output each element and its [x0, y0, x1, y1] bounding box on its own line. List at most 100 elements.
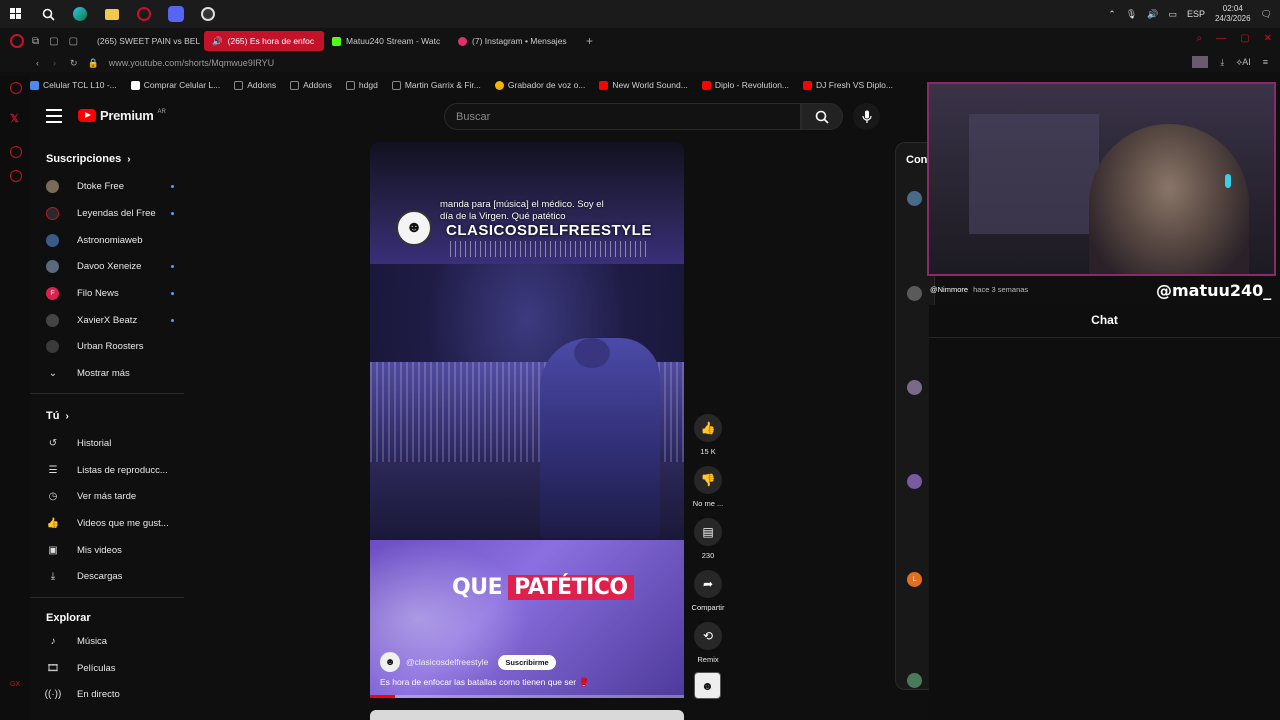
subscription-urban-roosters[interactable]: Urban Roosters — [46, 337, 186, 355]
nav-movies[interactable]: 🎞 Películas — [46, 659, 186, 677]
search-input[interactable] — [456, 110, 800, 123]
comment-avatar[interactable] — [907, 191, 922, 206]
share-label: Compartir — [691, 603, 725, 612]
tab-matuu240-stream[interactable]: Matuu240 Stream - Watc — [324, 31, 450, 51]
search-tabs-icon[interactable]: ⌕ — [1197, 33, 1203, 44]
new-tab-icon[interactable]: + — [586, 34, 593, 48]
subscription-astronomiaweb[interactable]: Astronomiaweb — [46, 231, 186, 249]
comment-avatar[interactable]: L — [907, 572, 922, 587]
bookmark-item[interactable]: DJ Fresh VS Diplo... — [803, 80, 893, 90]
subscription-filo-news[interactable]: F Filo News — [46, 284, 186, 302]
show-more-button[interactable]: ⌄ Mostrar más — [46, 364, 186, 382]
comments-button[interactable]: ▤ — [694, 518, 722, 546]
forward-icon[interactable]: › — [53, 58, 56, 68]
instagram-icon[interactable] — [10, 170, 22, 182]
bookmark-page-icon — [290, 80, 300, 90]
remix-button[interactable]: ⟲ — [694, 622, 722, 650]
edge-browser-icon[interactable] — [64, 0, 96, 28]
gx-control-icon[interactable]: GX — [10, 681, 20, 688]
short-description[interactable]: Es hora de enfocar las batallas como tie… — [380, 677, 589, 688]
next-short-preview[interactable] — [370, 710, 684, 720]
nav-downloads[interactable]: ⤓ Descargas — [46, 567, 186, 585]
my-videos-icon: ▣ — [48, 544, 58, 556]
channel-handle[interactable]: @clasicosdelfreestyle — [406, 657, 488, 667]
chevron-up-icon[interactable]: ⌃ — [1108, 9, 1116, 20]
comment-avatar[interactable] — [907, 673, 922, 688]
share-button[interactable]: ➦ — [694, 570, 722, 598]
nav-music[interactable]: ♪ Música — [46, 632, 186, 650]
hamburger-menu-icon[interactable] — [46, 109, 62, 123]
bookmark-item[interactable]: Celular TCL L10 -... — [30, 80, 117, 90]
extension-icon[interactable] — [1192, 56, 1209, 68]
youtube-premium-logo[interactable]: Premium AR — [78, 108, 166, 123]
minimize-icon[interactable]: — — [1216, 33, 1226, 44]
subscribe-button[interactable]: Suscribirme — [498, 654, 556, 670]
bookmark-item[interactable]: Comprar Celular L... — [130, 80, 220, 90]
nav-watch-later[interactable]: ◷ Ver más tarde — [46, 487, 186, 505]
nav-history[interactable]: ↺ Historial — [46, 434, 186, 452]
subscription-dtoke-free[interactable]: Dtoke Free — [46, 177, 186, 195]
download-icon[interactable]: ⤓ — [1220, 57, 1224, 68]
bookmark-item[interactable]: New World Sound... — [599, 80, 688, 90]
short-video-player[interactable]: ☻ manda para [música] el médico. Soy el … — [370, 142, 684, 698]
search-button[interactable] — [801, 103, 843, 130]
comment-avatar[interactable] — [907, 474, 922, 489]
bookmark-item[interactable]: Grabador de voz o... — [494, 80, 585, 90]
like-icon: 👍 — [46, 517, 60, 529]
video-progress-bar[interactable] — [370, 695, 684, 698]
back-icon[interactable]: ‹ — [36, 58, 39, 68]
like-button[interactable]: 👍 — [694, 414, 722, 442]
pinned-tab-icon[interactable]: ▢ — [49, 36, 58, 47]
webcam-headphone-light — [1225, 174, 1231, 188]
discord-icon[interactable] — [160, 0, 192, 28]
tab-sweet-pain[interactable]: (265) SWEET PAIN vs BEL — [84, 31, 204, 51]
pinned-tab-icon[interactable]: ▢ — [69, 36, 78, 47]
obs-icon[interactable] — [192, 0, 224, 28]
voice-search-button[interactable] — [853, 103, 880, 130]
tab-overview-icon[interactable]: ⧉ — [32, 36, 39, 47]
tab-instagram[interactable]: (7) Instagram • Mensajes — [450, 31, 580, 51]
bookmark-item[interactable]: Addons — [290, 80, 332, 90]
subscription-davoo-xeneize[interactable]: Davoo Xeneize — [46, 257, 186, 275]
webcam-background — [969, 114, 1099, 234]
tab-es-hora-de-enfocar[interactable]: 🔊 (265) Es hora de enfoc — [204, 31, 325, 51]
nav-label: Listas de reproducc... — [77, 464, 168, 476]
menu-icon[interactable]: ≡ — [1263, 57, 1268, 67]
close-icon[interactable]: ✕ — [1264, 33, 1272, 44]
nav-playlists[interactable]: ☰ Listas de reproducc... — [46, 461, 186, 479]
messenger-icon[interactable] — [10, 146, 22, 158]
bookmark-item[interactable]: Martin Garrix & Fir... — [391, 80, 481, 90]
maximize-icon[interactable]: ▢ — [1240, 33, 1249, 44]
language-indicator[interactable]: ESP — [1187, 9, 1205, 19]
opera-gx-icon[interactable] — [128, 0, 160, 28]
bookmark-item[interactable]: hdgd — [345, 80, 378, 90]
network-icon[interactable]: ▭ — [1168, 9, 1177, 20]
bookmark-item[interactable]: Diplo - Revolution... — [701, 80, 789, 90]
comment-avatar[interactable] — [907, 380, 922, 395]
opera-menu-icon[interactable] — [10, 34, 24, 48]
subscription-xavierx-beatz[interactable]: XavierX Beatz — [46, 311, 186, 329]
volume-icon[interactable]: 🔊 — [1147, 9, 1158, 20]
comment-avatar[interactable] — [907, 286, 922, 301]
x-twitter-icon[interactable]: 𝕏 — [10, 112, 19, 125]
search-icon[interactable] — [32, 0, 64, 28]
subscriptions-heading[interactable]: Suscripciones › — [46, 153, 131, 165]
subscription-leyendas-del-free[interactable]: Leyendas del Free — [46, 204, 186, 222]
reload-icon[interactable]: ↻ — [70, 58, 78, 69]
notification-icon[interactable]: 🗨 — [1261, 9, 1272, 20]
ai-icon[interactable]: ⟡AI — [1236, 57, 1250, 68]
you-heading[interactable]: Tú › — [46, 410, 69, 422]
dislike-button[interactable]: 👎 — [694, 466, 722, 494]
nav-liked-videos[interactable]: 👍 Videos que me gust... — [46, 514, 186, 532]
sound-thumbnail[interactable]: ☻ — [694, 672, 721, 699]
microphone-icon[interactable]: 🎙 — [1126, 9, 1137, 20]
nav-live[interactable]: ((·)) En directo — [45, 685, 186, 703]
clock[interactable]: 02:04 24/3/2026 — [1215, 4, 1251, 24]
windows-start-icon[interactable] — [0, 0, 32, 28]
bookmark-item[interactable]: Addons — [234, 80, 276, 90]
nav-my-videos[interactable]: ▣ Mis videos — [46, 541, 186, 559]
file-explorer-icon[interactable] — [96, 0, 128, 28]
channel-avatar[interactable]: ☻ — [380, 652, 400, 672]
url-field[interactable]: www.youtube.com/shorts/Mqmwue9IRYU — [109, 58, 274, 68]
instagram-favicon-icon — [458, 36, 468, 46]
